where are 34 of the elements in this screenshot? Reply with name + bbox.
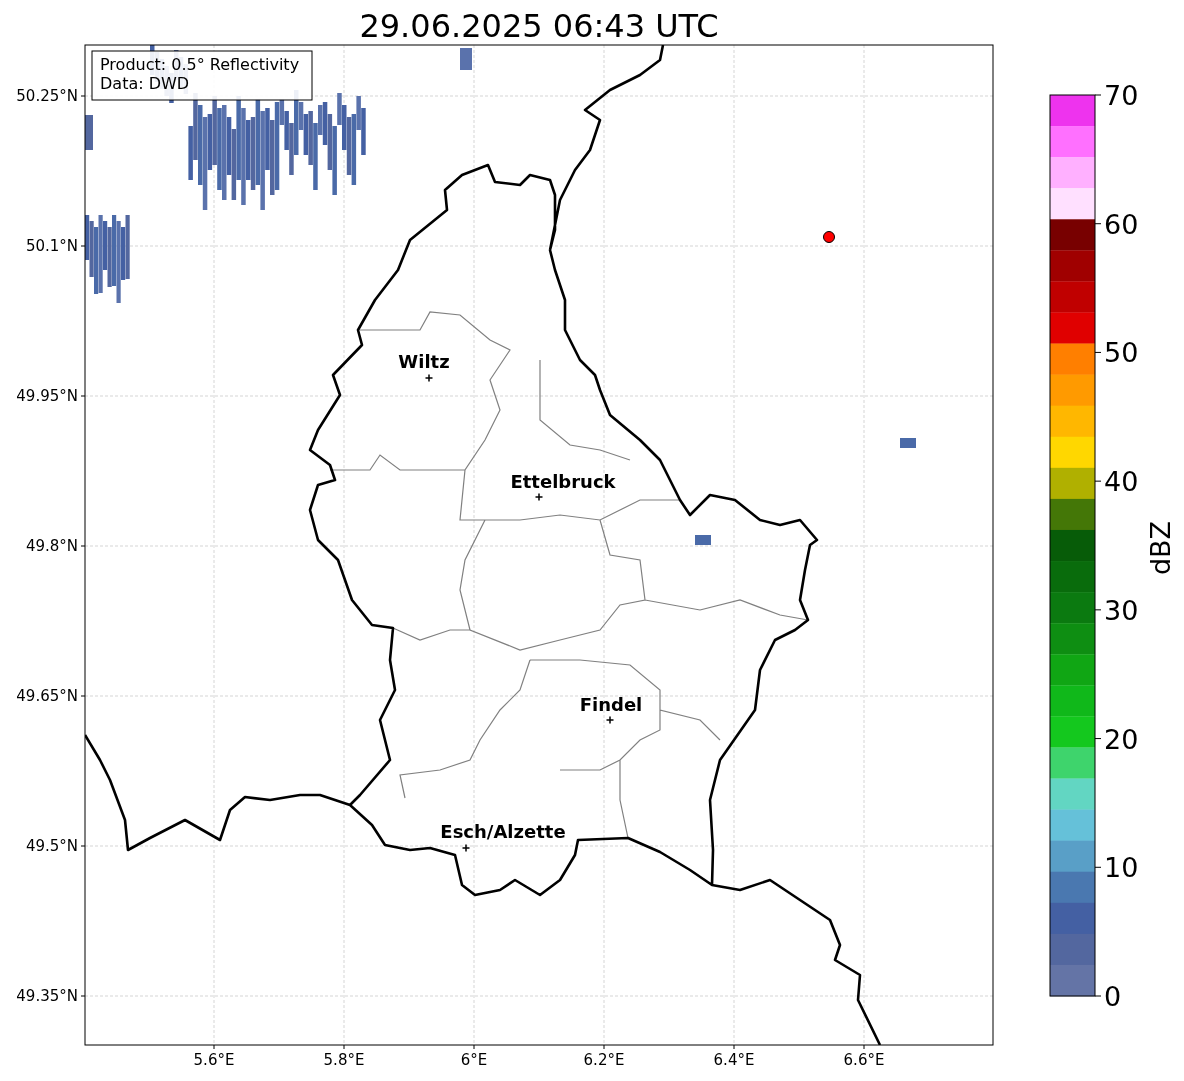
tick-label: 6.4°E: [713, 1051, 755, 1069]
colorbar-tick-label: 40: [1104, 466, 1139, 498]
colorbar-tick-label: 30: [1104, 594, 1139, 626]
city-marker-icon: [424, 373, 434, 383]
colorbar-tick-label: 50: [1104, 337, 1139, 369]
colorbar-tick-label: 0: [1104, 981, 1122, 1012]
city-marker-icon: [605, 715, 615, 725]
city-marker-icon: [534, 492, 544, 502]
site-marker: [823, 231, 835, 243]
tick-label: 49.8°N: [25, 537, 78, 555]
city-marker-icon: [461, 843, 471, 853]
legend-text: Data: DWD: [100, 74, 190, 93]
tick-label: 49.65°N: [16, 687, 78, 705]
tick-label: 50.1°N: [25, 237, 78, 255]
colorbar-label: dBZ: [1145, 520, 1176, 576]
city-label: Ettelbruck: [510, 471, 616, 492]
colorbar-tick-label: 10: [1104, 852, 1139, 884]
tick-label: 49.95°N: [16, 387, 78, 405]
city-label: Esch/Alzette: [440, 821, 566, 842]
tick-label: 6.2°E: [583, 1051, 625, 1069]
legend-text: Product: 0.5° Reflectivity: [100, 55, 300, 74]
tick-label: 49.5°N: [25, 837, 78, 855]
city-label: Wiltz: [398, 351, 450, 372]
colorbar-tick-label: 70: [1104, 80, 1139, 111]
tick-label: 50.25°N: [16, 87, 78, 105]
tick-label: 5.8°E: [323, 1051, 365, 1069]
tick-label: 6.6°E: [843, 1051, 885, 1069]
tick-label: 6°E: [460, 1051, 488, 1069]
tick-label: 49.35°N: [16, 987, 78, 1005]
colorbar-tick-label: 20: [1104, 723, 1139, 755]
city-label: Findel: [579, 694, 643, 715]
tick-label: 5.6°E: [193, 1051, 235, 1069]
figure-title: 29.06.2025 06:43 UTC: [359, 7, 719, 45]
colorbar-tick-label: 60: [1104, 208, 1139, 240]
